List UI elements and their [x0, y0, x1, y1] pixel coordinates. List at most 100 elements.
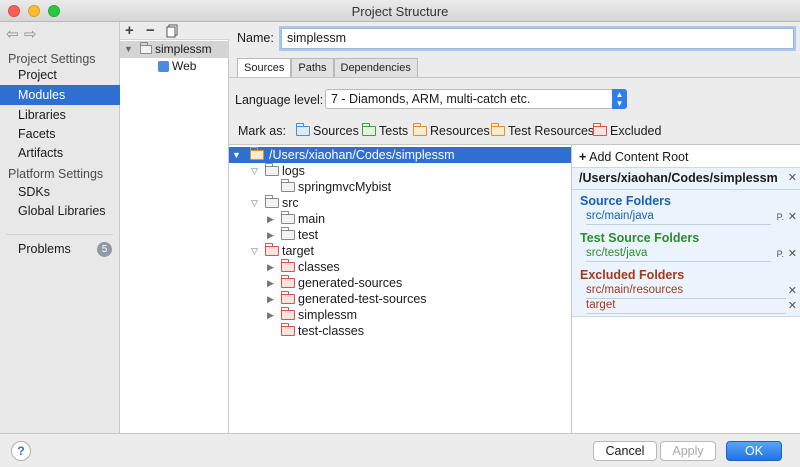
select-chevron-icon[interactable]: ▲ ▼ [612, 89, 627, 109]
help-button[interactable]: ? [11, 441, 31, 461]
sidebar-item-sdks[interactable]: SDKs [0, 182, 120, 202]
dialog-footer: ? Cancel Apply OK [0, 433, 800, 467]
cancel-button[interactable]: Cancel [593, 441, 657, 461]
tree-row-logs[interactable]: ▽ logs [229, 163, 571, 179]
mark-as-test-resources-label: Test Resources [508, 124, 595, 138]
excluded-folders-header: Excluded Folders [580, 268, 685, 282]
name-label: Name: [237, 31, 274, 45]
module-settings: Name: simplessm Sources Paths Dependenci… [229, 22, 800, 433]
remove-test-folder-icon[interactable]: ✕ [788, 247, 797, 260]
collapsed-triangle-icon[interactable]: ▶ [267, 227, 274, 243]
source-folder-underline [586, 224, 771, 225]
apply-button[interactable]: Apply [660, 441, 716, 461]
tree-row-classes[interactable]: ▶ classes [229, 259, 571, 275]
tree-label: generated-test-sources [298, 292, 427, 306]
module-label: simplessm [155, 42, 212, 56]
content-folder-tree: ▼ /Users/xiaohan/Codes/simplessm ▽ logs … [229, 144, 572, 433]
sources-folder-icon [295, 123, 310, 136]
problems-count-badge: 5 [97, 242, 112, 257]
remove-content-root-icon[interactable]: ✕ [788, 171, 797, 184]
title-bar: Project Structure [0, 0, 800, 22]
remove-excluded-folder-icon[interactable]: ✕ [788, 299, 797, 312]
tree-row-src[interactable]: ▽ src [229, 195, 571, 211]
tab-sources[interactable]: Sources [237, 58, 292, 78]
sidebar-item-artifacts[interactable]: Artifacts [0, 143, 120, 163]
tree-row-main[interactable]: ▶ main [229, 211, 571, 227]
tree-label: logs [282, 164, 305, 178]
expanded-triangle-icon[interactable]: ▽ [251, 195, 258, 211]
collapsed-triangle-icon[interactable]: ▶ [267, 307, 274, 323]
platform-settings-header: Platform Settings [8, 167, 104, 181]
tab-dependencies[interactable]: Dependencies [333, 58, 418, 78]
mark-as-resources-button[interactable]: Resources [412, 123, 490, 138]
tree-row-simplessm[interactable]: ▶ simplessm [229, 307, 571, 323]
excluded-folder-underline [586, 298, 786, 299]
tree-row-generated-sources[interactable]: ▶ generated-sources [229, 275, 571, 291]
mark-as-resources-label: Resources [430, 124, 490, 138]
web-facet-icon [158, 61, 169, 72]
tab-paths[interactable]: Paths [291, 58, 334, 78]
sidebar-item-facets[interactable]: Facets [0, 124, 120, 144]
language-level-select[interactable]: 7 - Diamonds, ARM, multi-catch etc. ▲ ▼ [325, 89, 627, 109]
module-folder-icon [139, 42, 152, 54]
add-module-icon[interactable]: + [125, 22, 134, 39]
sidebar-item-problems[interactable]: Problems 5 [0, 239, 120, 259]
mark-as-test-resources-button[interactable]: Test Resources [490, 123, 595, 138]
expanded-triangle-icon[interactable]: ▽ [251, 243, 258, 259]
properties-icon[interactable]: P. [777, 212, 784, 222]
collapsed-triangle-icon[interactable]: ▶ [267, 211, 274, 227]
module-item-simplessm[interactable]: ▼ simplessm [120, 41, 229, 58]
module-name-input[interactable]: simplessm [281, 28, 794, 49]
settings-sidebar: ⇦ ⇨ Project Settings Project Modules Libr… [0, 22, 120, 433]
excluded-folder-icon [280, 291, 295, 304]
module-list-panel: + − ▼ simplessm Web [120, 22, 229, 433]
excluded-folder-icon [264, 243, 279, 256]
forward-arrow-icon[interactable]: ⇨ [24, 25, 42, 43]
expanded-triangle-icon[interactable]: ▽ [251, 163, 258, 179]
tree-label: simplessm [298, 308, 358, 322]
excluded-folder-icon [280, 275, 295, 288]
back-arrow-icon[interactable]: ⇦ [6, 25, 24, 43]
expanded-triangle-icon[interactable]: ▼ [124, 41, 133, 58]
copy-module-icon[interactable] [166, 24, 178, 42]
tree-row-test[interactable]: ▶ test [229, 227, 571, 243]
tree-row-springmvcmybist[interactable]: springmvcMybist [229, 179, 571, 195]
tree-row-root[interactable]: ▼ /Users/xiaohan/Codes/simplessm [229, 147, 571, 163]
module-toolbar: + − [120, 22, 229, 40]
ok-button[interactable]: OK [726, 441, 782, 461]
mark-as-tests-button[interactable]: Tests [361, 123, 408, 138]
excluded-folder-icon [280, 323, 295, 336]
tab-divider [229, 77, 800, 78]
excluded-folder-underline [586, 313, 786, 314]
sidebar-item-libraries[interactable]: Libraries [0, 105, 120, 125]
tree-row-target[interactable]: ▽ target [229, 243, 571, 259]
module-item-web[interactable]: Web [120, 58, 229, 75]
properties-icon[interactable]: P. [777, 249, 784, 259]
collapsed-triangle-icon[interactable]: ▶ [267, 259, 274, 275]
source-folder-value: src/main/java [586, 210, 654, 222]
expanded-triangle-icon[interactable]: ▼ [232, 147, 241, 163]
excluded-folder-icon [280, 259, 295, 272]
excluded-folder-icon [592, 123, 607, 136]
content-root-box: /Users/xiaohan/Codes/simplessm ✕ Source … [572, 167, 800, 317]
nav-arrows: ⇦ ⇨ [6, 25, 42, 43]
mark-as-excluded-button[interactable]: Excluded [592, 123, 661, 138]
plus-icon: + [579, 150, 587, 164]
sidebar-item-modules[interactable]: Modules [0, 85, 120, 105]
collapsed-triangle-icon[interactable]: ▶ [267, 275, 274, 291]
sidebar-item-project[interactable]: Project [0, 65, 120, 85]
problems-label: Problems [18, 242, 71, 256]
remove-source-folder-icon[interactable]: ✕ [788, 210, 797, 223]
mark-as-sources-button[interactable]: Sources [295, 123, 359, 138]
module-label: Web [172, 59, 197, 73]
tree-label: main [298, 212, 326, 226]
remove-excluded-folder-icon[interactable]: ✕ [788, 284, 797, 297]
sidebar-item-global-libraries[interactable]: Global Libraries [0, 201, 120, 221]
tests-folder-icon [361, 123, 376, 136]
add-content-root-button[interactable]: + Add Content Root [579, 150, 688, 164]
tree-row-test-classes[interactable]: test-classes [229, 323, 571, 339]
tree-row-generated-test-sources[interactable]: ▶ generated-test-sources [229, 291, 571, 307]
remove-module-icon[interactable]: − [146, 22, 155, 39]
collapsed-triangle-icon[interactable]: ▶ [267, 291, 274, 307]
folder-icon [264, 195, 279, 208]
